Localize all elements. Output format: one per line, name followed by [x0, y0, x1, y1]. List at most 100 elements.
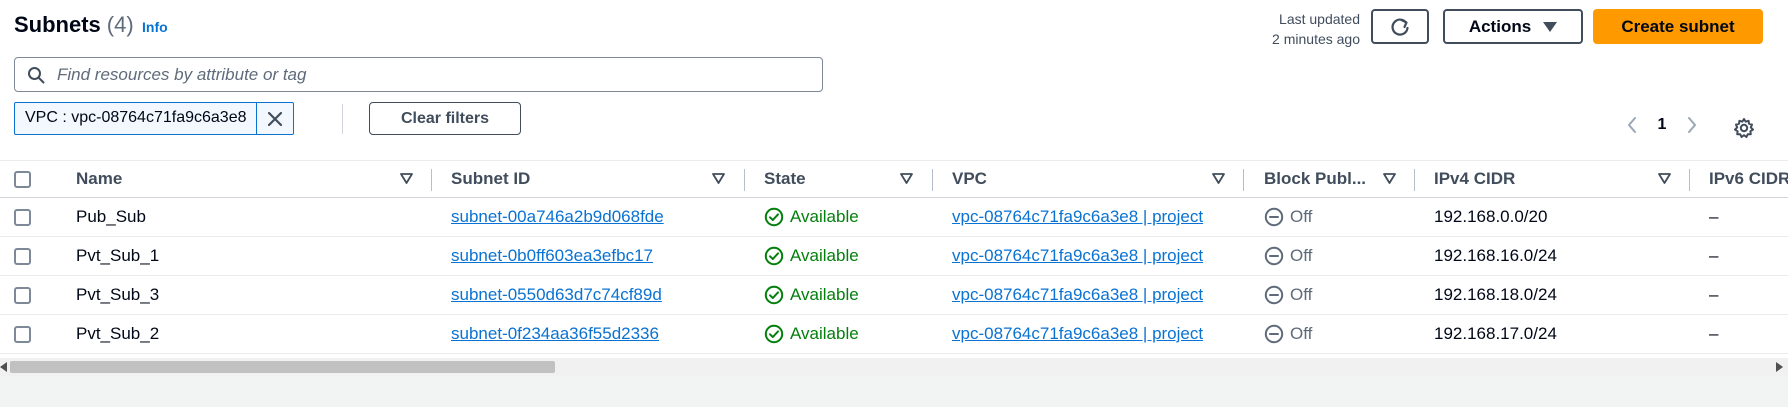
row-checkbox[interactable] — [14, 208, 31, 226]
row-checkbox[interactable] — [14, 325, 31, 343]
table-row[interactable]: Pvt_Sub_3 subnet-0550d63d7c74cf89d Avail… — [0, 276, 1788, 315]
table-row[interactable]: Pvt_Sub_2 subnet-0f234aa36f55d2336 Avail… — [0, 315, 1788, 354]
subnet-id-link[interactable]: subnet-0f234aa36f55d2336 — [451, 324, 659, 344]
sort-caret-icon[interactable] — [1212, 173, 1225, 184]
status-check-icon — [764, 207, 784, 227]
state-text: Available — [790, 246, 859, 265]
previous-page-button[interactable] — [1620, 116, 1644, 134]
block-public-text: Off — [1290, 285, 1313, 304]
column-header-subnet-id[interactable]: Subnet ID — [451, 161, 530, 197]
status-check-icon — [764, 246, 784, 266]
pagination: 1 — [1620, 116, 1704, 134]
column-divider[interactable] — [1414, 169, 1415, 191]
ipv6-cidr: – — [1709, 246, 1719, 265]
column-header-name[interactable]: Name — [76, 161, 122, 197]
filter-remove-button[interactable] — [257, 103, 293, 134]
column-header-ipv6-cidr[interactable]: IPv6 CIDR — [1709, 161, 1788, 197]
ipv6-cidr: – — [1709, 285, 1719, 304]
search-box[interactable] — [14, 57, 823, 92]
horizontal-scrollbar[interactable] — [0, 358, 1788, 376]
actions-button[interactable]: Actions — [1443, 9, 1583, 44]
last-updated-time: 2 minutes ago — [1272, 31, 1360, 47]
subnet-name: Pub_Sub — [76, 207, 146, 226]
create-subnet-button[interactable]: Create subnet — [1593, 9, 1763, 44]
status-off-icon — [1264, 324, 1284, 344]
subnet-name: Pvt_Sub_2 — [76, 324, 160, 343]
column-header-state[interactable]: State — [764, 161, 806, 197]
filter-token: VPC : vpc-08764c71fa9c6a3e8 — [14, 102, 295, 135]
last-updated: Last updated 2 minutes ago — [1240, 9, 1360, 49]
scroll-right-arrow-icon[interactable] — [1776, 362, 1784, 372]
last-updated-label: Last updated — [1279, 11, 1360, 27]
state-text: Available — [790, 285, 859, 304]
block-public-text: Off — [1290, 246, 1313, 265]
status-off-icon — [1264, 285, 1284, 305]
subnet-id-link[interactable]: subnet-0550d63d7c74cf89d — [451, 285, 662, 305]
clear-filters-button[interactable]: Clear filters — [369, 102, 521, 135]
column-divider[interactable] — [431, 169, 432, 191]
table-row[interactable]: Pvt_Sub_1 subnet-0b0ff603ea3efbc17 Avail… — [0, 237, 1788, 276]
next-page-button[interactable] — [1680, 116, 1704, 134]
page-title: Subnets (4) — [14, 12, 134, 38]
chevron-right-icon — [1688, 117, 1696, 133]
column-divider[interactable] — [1243, 169, 1244, 191]
scrollbar-thumb[interactable] — [10, 361, 555, 373]
ipv6-cidr: – — [1709, 207, 1719, 226]
table-header-row: Name Subnet ID State VPC Block Publ... I… — [0, 160, 1788, 198]
search-input[interactable] — [55, 62, 815, 87]
sort-caret-icon[interactable] — [1383, 173, 1396, 184]
vpc-link[interactable]: vpc-08764c71fa9c6a3e8 | project — [952, 285, 1203, 305]
select-all-cell — [14, 161, 31, 197]
column-header-block-public[interactable]: Block Publ... — [1264, 161, 1366, 197]
status-check-icon — [764, 285, 784, 305]
scroll-left-arrow-icon[interactable] — [0, 362, 8, 372]
block-public-text: Off — [1290, 324, 1313, 343]
page-header: Subnets (4) Info Last updated 2 minutes a… — [0, 0, 1788, 160]
column-header-ipv4-cidr[interactable]: IPv4 CIDR — [1434, 161, 1515, 197]
column-divider[interactable] — [932, 169, 933, 191]
vpc-link[interactable]: vpc-08764c71fa9c6a3e8 | project — [952, 324, 1203, 344]
current-page[interactable]: 1 — [1644, 116, 1680, 134]
subnet-name: Pvt_Sub_3 — [76, 285, 160, 304]
subnet-id-link[interactable]: subnet-0b0ff603ea3efbc17 — [451, 246, 653, 266]
status-off-icon — [1264, 207, 1284, 227]
status-off-icon — [1264, 246, 1284, 266]
sort-caret-icon[interactable] — [712, 173, 725, 184]
vpc-link[interactable]: vpc-08764c71fa9c6a3e8 | project — [952, 207, 1203, 227]
state-cell: Available — [764, 315, 859, 353]
column-header-vpc[interactable]: VPC — [952, 161, 987, 197]
select-all-checkbox[interactable] — [14, 170, 31, 188]
ipv4-cidr: 192.168.16.0/24 — [1434, 246, 1557, 265]
gear-icon — [1734, 118, 1754, 138]
column-divider[interactable] — [1689, 169, 1690, 191]
vpc-link[interactable]: vpc-08764c71fa9c6a3e8 | project — [952, 246, 1203, 266]
block-public-text: Off — [1290, 207, 1313, 226]
ipv4-cidr: 192.168.18.0/24 — [1434, 285, 1557, 304]
row-checkbox[interactable] — [14, 286, 31, 304]
subnets-table: Name Subnet ID State VPC Block Publ... I… — [0, 160, 1788, 355]
subnet-count: (4) — [106, 12, 134, 37]
ipv6-cidr: – — [1709, 324, 1719, 343]
bottom-panel-area — [0, 376, 1788, 407]
info-link[interactable]: Info — [142, 19, 168, 35]
chevron-left-icon — [1628, 117, 1636, 133]
refresh-button[interactable] — [1371, 9, 1429, 44]
block-public-cell: Off — [1264, 198, 1312, 236]
subnet-id-link[interactable]: subnet-00a746a2b9d068fde — [451, 207, 664, 227]
state-cell: Available — [764, 237, 859, 275]
ipv4-cidr: 192.168.17.0/24 — [1434, 324, 1557, 343]
table-settings-button[interactable] — [1733, 117, 1755, 144]
state-cell: Available — [764, 276, 859, 314]
table-row[interactable]: Pub_Sub subnet-00a746a2b9d068fde Availab… — [0, 198, 1788, 237]
column-divider[interactable] — [744, 169, 745, 191]
search-icon — [28, 67, 45, 84]
subnet-name: Pvt_Sub_1 — [76, 246, 160, 265]
sort-caret-icon[interactable] — [900, 173, 913, 184]
sort-caret-icon[interactable] — [400, 173, 413, 184]
filter-token-label: VPC : vpc-08764c71fa9c6a3e8 — [15, 103, 258, 134]
sort-caret-icon[interactable] — [1658, 173, 1671, 184]
block-public-cell: Off — [1264, 276, 1312, 314]
ipv4-cidr: 192.168.0.0/20 — [1434, 207, 1548, 226]
block-public-cell: Off — [1264, 315, 1312, 353]
row-checkbox[interactable] — [14, 247, 31, 265]
